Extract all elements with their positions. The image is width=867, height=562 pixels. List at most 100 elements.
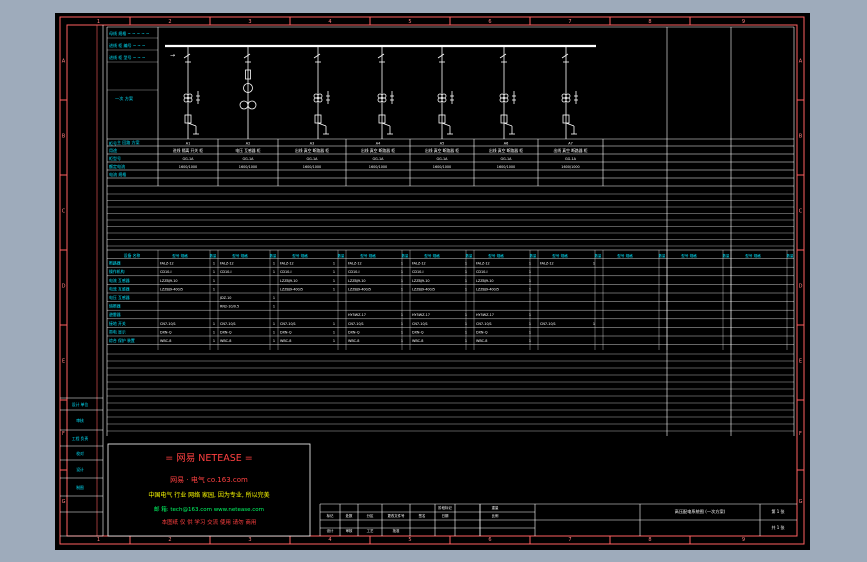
grid-number-top: 4 [328, 19, 331, 25]
grid-number-bottom: 3 [248, 537, 251, 543]
lower-row-qty: 1 [213, 287, 215, 291]
grid-letter-right: A [799, 59, 803, 65]
lower-row-value: LZZBJ9-400/5 [160, 287, 183, 291]
title-block-cell: 标记 [327, 513, 334, 518]
lower-row-qty: 1 [529, 339, 531, 343]
cabinet-rating: 1600/1000 [433, 165, 451, 169]
grid-number-top: 5 [408, 19, 411, 25]
lower-row-qty: 1 [333, 287, 335, 291]
cabinet-rating: 1600/1000 [179, 165, 197, 169]
lower-row-qty: 1 [401, 262, 403, 266]
lower-row-value: FALZ-12 [280, 262, 294, 266]
title-block-cell: 更改文件号 [388, 513, 406, 518]
grid-letter-left: D [62, 284, 66, 290]
lower-row-label: 避雷器 [109, 312, 121, 317]
side-stack-label: 设计 [76, 467, 84, 472]
lower-row-qty: 1 [273, 322, 275, 326]
side-stack-label: 审核 [76, 418, 84, 423]
sheet-number: 第 1 张 [771, 508, 784, 514]
grid-letter-left: B [62, 134, 66, 140]
grid-number-bottom: 4 [328, 537, 331, 543]
lower-row-label: 操作机构 [109, 269, 125, 274]
grid-letter-right: E [799, 359, 802, 365]
title-block-cell: 设计 [327, 528, 334, 533]
cabinet-id: A7 [568, 142, 572, 146]
lower-header-qty: 数量 [530, 253, 537, 258]
lower-row-qty: 1 [333, 262, 335, 266]
lower-row-value: LZZBJ9-10 [412, 279, 430, 283]
netease-ad-box[interactable]: = 网易 NETEASE = 网易 · 电气 co.163.com 中国电气 行业 … [107, 443, 311, 537]
cad-drawing-canvas[interactable]: 1 1 2 2 3 3 4 4 5 5 6 6 7 7 8 8 9 9 A A B B C C D D E E F F G G 设计 单位审核… [0, 0, 867, 562]
upper-row-label: 用途 [109, 147, 117, 153]
incoming-cabinet-type-label: 进线 柜 型号 ~ ~ ~ [109, 54, 145, 60]
incoming-arrow-icon: → [170, 52, 175, 59]
grid-number-bottom: 2 [168, 537, 171, 543]
lower-row-value: DXN-Q [160, 330, 172, 334]
grid-letter-right: F [799, 431, 802, 437]
lower-row-qty: 1 [401, 339, 403, 343]
ad-site-line: 网易 · 电气 co.163.com [170, 475, 248, 484]
lower-row-qty: 1 [213, 330, 215, 334]
grid-letter-left: A [62, 59, 66, 65]
lower-row-value: CD10-I [476, 270, 488, 274]
lower-row-value: FALZ-12 [160, 262, 174, 266]
grid-number-bottom: 6 [488, 537, 491, 543]
grid-number-top: 6 [488, 19, 491, 25]
lower-row-value: CD10-I [220, 270, 232, 274]
lower-row-value: FALZ-12 [348, 262, 362, 266]
lower-row-qty: 1 [333, 330, 335, 334]
cabinet-type: GG-1A [437, 157, 449, 161]
lower-row-value: DXN-Q [348, 330, 360, 334]
lower-row-value: CD10-I [412, 270, 424, 274]
drawing-title: 高压配电系统图 (一次方案) [675, 508, 726, 515]
cabinet-rating: 1600/1000 [561, 165, 579, 169]
lower-header-model: 型号 规格 [681, 253, 697, 258]
grid-number-top: 1 [97, 19, 100, 25]
lower-row-qty: 1 [401, 287, 403, 291]
cabinet-id: A1 [186, 142, 190, 146]
cabinet-rating: 1600/1000 [369, 165, 387, 169]
lower-row-value: FALZ-12 [220, 262, 234, 266]
grid-letter-right: C [799, 209, 803, 215]
grid-letter-left: E [62, 359, 65, 365]
lower-header-model: 型号 规格 [424, 253, 440, 258]
primary-scheme-label: 一次 方案 [115, 95, 134, 102]
lower-header-model: 型号 规格 [292, 253, 308, 258]
lower-row-value: CD10-I [280, 270, 292, 274]
upper-row-label: 额定电流 [109, 163, 125, 169]
lower-row-qty: 1 [593, 262, 595, 266]
cabinet-use: 电压 互感器 柜 [235, 148, 260, 153]
cabinet-use: 出线 真空 断路器 柜 [489, 148, 523, 153]
side-stack-label: 校对 [76, 451, 84, 456]
lower-row-label: 熔断器 [109, 304, 121, 309]
lower-row-qty: 1 [213, 279, 215, 283]
lower-row-value: WBC-8 [348, 339, 359, 343]
lower-row-value: DXN-Q [280, 330, 292, 334]
lower-row-label: 电流 互感器 [109, 278, 130, 283]
lower-row-qty: 1 [465, 339, 467, 343]
lower-row-value: CN7-10/1 [476, 322, 492, 326]
lower-row-value: HY5WZ-17 [476, 313, 494, 317]
lower-row-value: JDZ-10 [219, 296, 231, 300]
lower-header-model: 型号 规格 [745, 253, 761, 258]
lower-row-value: LZZBJ9-400/5 [476, 287, 499, 291]
cabinet-use: 出线 真空 断路器 柜 [361, 148, 395, 153]
lower-row-value: CD10-I [160, 270, 172, 274]
lower-row-value: LZZBJ9-400/5 [348, 287, 371, 291]
cabinet-id: A2 [246, 142, 250, 146]
busbar-spec-label: 母线 规格 ~ ~ ~ ~ ~ [109, 30, 149, 36]
lower-row-qty: 1 [465, 313, 467, 317]
lower-header-qty: 数量 [210, 253, 217, 258]
title-block-cell: 审核 [346, 528, 353, 533]
lower-row-value: CN7-10/1 [412, 322, 428, 326]
cabinet-use: 出线 真空 断路器 柜 [554, 148, 588, 153]
lower-header-model: 型号 规格 [488, 253, 504, 258]
lower-row-value: WBC-8 [476, 339, 487, 343]
lower-row-qty: 1 [401, 279, 403, 283]
side-stack-label: 设计 单位 [72, 402, 89, 407]
lower-row-value: HY5WZ-17 [412, 313, 430, 317]
cabinet-use: 出线 真空 断路器 柜 [425, 148, 459, 153]
cabinet-id: A5 [440, 142, 444, 146]
lower-row-label: 电流 互感器 [109, 286, 130, 291]
lower-row-value: LZZBJ9-10 [160, 279, 178, 283]
